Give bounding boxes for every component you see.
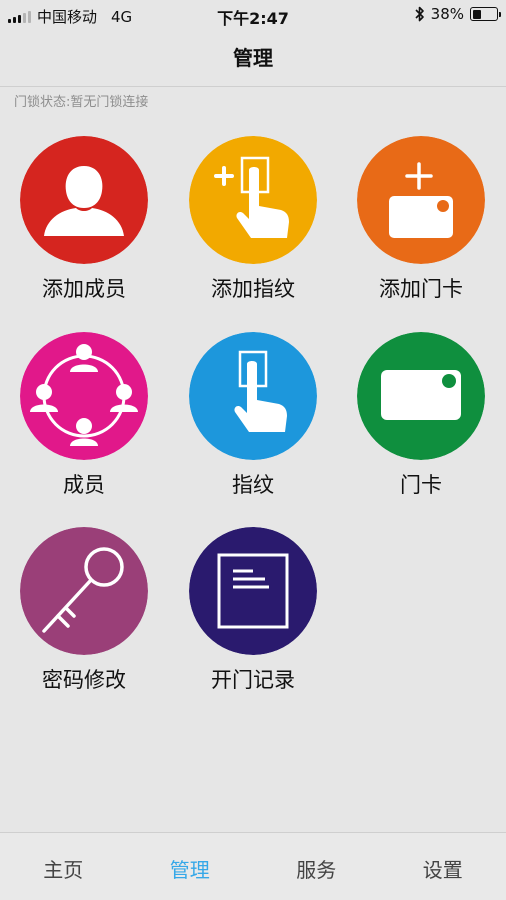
page-title: 管理 (0, 30, 506, 87)
add-member-button[interactable]: 添加成员 (4, 136, 164, 303)
record-icon (189, 527, 317, 655)
tab-settings[interactable]: 设置 (380, 833, 506, 900)
status-bar: 中国移动 4G 下午2:47 38% (0, 0, 506, 30)
status-right: 38% (415, 5, 501, 23)
battery-icon (470, 7, 501, 21)
battery-percent: 38% (430, 5, 464, 23)
add-card-label: 添加门卡 (379, 277, 463, 301)
unlock-record-button[interactable]: 开门记录 (173, 527, 333, 694)
card-button[interactable]: 门卡 (341, 332, 501, 499)
add-fingerprint-label: 添加指纹 (211, 277, 295, 301)
tab-service[interactable]: 服务 (253, 833, 380, 900)
key-icon (20, 527, 148, 655)
fingerprint-label: 指纹 (232, 473, 274, 497)
unlock-record-label: 开门记录 (211, 668, 295, 692)
fingerprint-button[interactable]: 指纹 (173, 332, 333, 499)
tab-bar: 主页 管理 服务 设置 (0, 832, 506, 900)
fingerprint-icon (189, 332, 317, 460)
members-icon (20, 332, 148, 460)
add-member-label: 添加成员 (42, 277, 126, 301)
tab-home[interactable]: 主页 (0, 833, 127, 900)
add-fingerprint-icon (189, 136, 317, 264)
card-icon (357, 332, 485, 460)
add-fingerprint-button[interactable]: 添加指纹 (173, 136, 333, 303)
change-password-label: 密码修改 (42, 668, 126, 692)
members-label: 成员 (63, 473, 105, 497)
card-label: 门卡 (400, 473, 442, 497)
bluetooth-icon (415, 6, 424, 22)
add-card-icon (357, 136, 485, 264)
members-button[interactable]: 成员 (4, 332, 164, 499)
lock-status-text: 门锁状态:暂无门锁连接 (14, 95, 149, 110)
tab-manage[interactable]: 管理 (127, 833, 254, 900)
add-member-icon (20, 136, 148, 264)
change-password-button[interactable]: 密码修改 (4, 527, 164, 694)
add-card-button[interactable]: 添加门卡 (341, 136, 501, 303)
